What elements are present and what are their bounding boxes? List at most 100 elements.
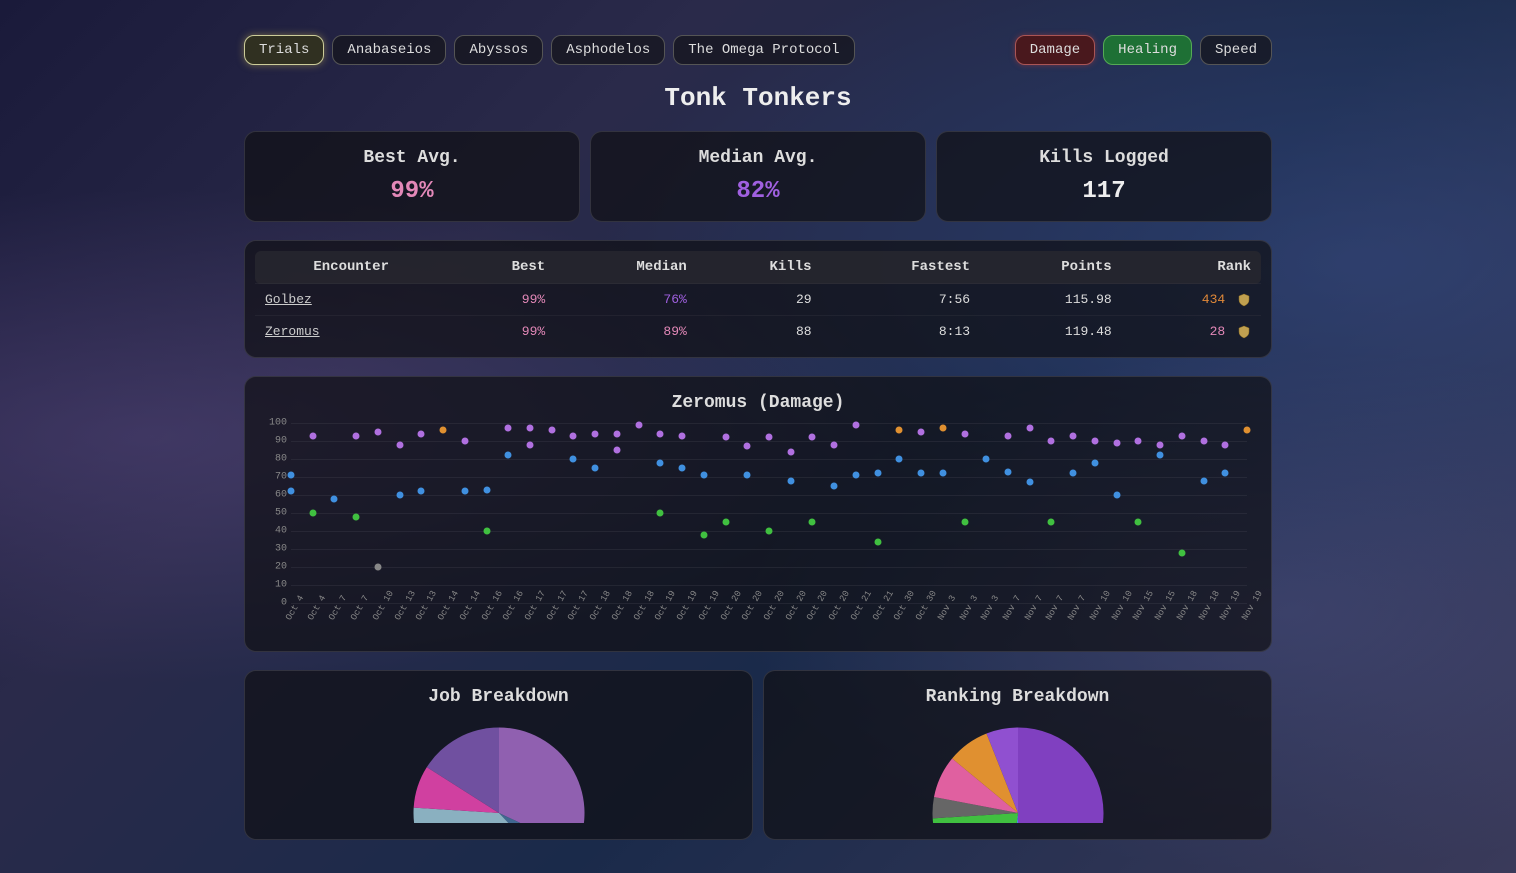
scatter-point[interactable] bbox=[592, 465, 599, 472]
scatter-point[interactable] bbox=[1026, 479, 1033, 486]
scatter-point[interactable] bbox=[1091, 459, 1098, 466]
scatter-point[interactable] bbox=[483, 528, 490, 535]
encounter-name-link[interactable]: Zeromus bbox=[265, 324, 320, 339]
scatter-point[interactable] bbox=[396, 441, 403, 448]
scatter-point[interactable] bbox=[787, 477, 794, 484]
scatter-point[interactable] bbox=[766, 434, 773, 441]
scatter-point[interactable] bbox=[1091, 438, 1098, 445]
scatter-point[interactable] bbox=[613, 447, 620, 454]
scatter-point[interactable] bbox=[288, 472, 295, 479]
metric-tab-speed[interactable]: Speed bbox=[1200, 35, 1272, 65]
scatter-point[interactable] bbox=[744, 472, 751, 479]
scatter-point[interactable] bbox=[1135, 438, 1142, 445]
scatter-point[interactable] bbox=[657, 510, 664, 517]
scatter-point[interactable] bbox=[809, 434, 816, 441]
scatter-point[interactable] bbox=[1200, 438, 1207, 445]
scatter-chart[interactable]: 0102030405060708090100 Oct 4Oct 4Oct 7Oc… bbox=[261, 423, 1255, 643]
scatter-point[interactable] bbox=[961, 430, 968, 437]
scatter-point[interactable] bbox=[1244, 427, 1251, 434]
scatter-point[interactable] bbox=[374, 429, 381, 436]
scatter-point[interactable] bbox=[809, 519, 816, 526]
scatter-point[interactable] bbox=[1157, 452, 1164, 459]
scatter-point[interactable] bbox=[939, 425, 946, 432]
scatter-point[interactable] bbox=[896, 427, 903, 434]
scatter-point[interactable] bbox=[1113, 492, 1120, 499]
scatter-point[interactable] bbox=[505, 425, 512, 432]
scatter-point[interactable] bbox=[874, 470, 881, 477]
pie-slice[interactable] bbox=[1018, 728, 1104, 824]
nav-tab-the-omega-protocol[interactable]: The Omega Protocol bbox=[673, 35, 854, 65]
scatter-point[interactable] bbox=[440, 427, 447, 434]
scatter-point[interactable] bbox=[1070, 470, 1077, 477]
metric-tab-healing[interactable]: Healing bbox=[1103, 35, 1192, 65]
scatter-point[interactable] bbox=[418, 430, 425, 437]
scatter-point[interactable] bbox=[918, 470, 925, 477]
pie-slice[interactable] bbox=[499, 728, 585, 824]
scatter-point[interactable] bbox=[570, 432, 577, 439]
scatter-point[interactable] bbox=[635, 421, 642, 428]
scatter-point[interactable] bbox=[679, 465, 686, 472]
scatter-point[interactable] bbox=[527, 441, 534, 448]
scatter-point[interactable] bbox=[1135, 519, 1142, 526]
scatter-point[interactable] bbox=[1178, 549, 1185, 556]
scatter-point[interactable] bbox=[374, 564, 381, 571]
scatter-point[interactable] bbox=[939, 470, 946, 477]
scatter-point[interactable] bbox=[353, 432, 360, 439]
scatter-point[interactable] bbox=[1222, 470, 1229, 477]
scatter-point[interactable] bbox=[1048, 519, 1055, 526]
scatter-point[interactable] bbox=[700, 472, 707, 479]
scatter-point[interactable] bbox=[766, 528, 773, 535]
scatter-point[interactable] bbox=[1026, 425, 1033, 432]
scatter-point[interactable] bbox=[1048, 438, 1055, 445]
metric-tab-damage[interactable]: Damage bbox=[1015, 35, 1095, 65]
nav-tab-anabaseios[interactable]: Anabaseios bbox=[332, 35, 446, 65]
scatter-point[interactable] bbox=[461, 488, 468, 495]
scatter-point[interactable] bbox=[548, 427, 555, 434]
scatter-point[interactable] bbox=[331, 495, 338, 502]
scatter-point[interactable] bbox=[1113, 439, 1120, 446]
scatter-point[interactable] bbox=[613, 430, 620, 437]
scatter-point[interactable] bbox=[1005, 468, 1012, 475]
scatter-point[interactable] bbox=[831, 441, 838, 448]
scatter-point[interactable] bbox=[570, 456, 577, 463]
scatter-point[interactable] bbox=[527, 425, 534, 432]
scatter-point[interactable] bbox=[722, 519, 729, 526]
scatter-point[interactable] bbox=[852, 472, 859, 479]
scatter-point[interactable] bbox=[787, 448, 794, 455]
scatter-point[interactable] bbox=[505, 452, 512, 459]
scatter-point[interactable] bbox=[852, 421, 859, 428]
scatter-point[interactable] bbox=[483, 486, 490, 493]
scatter-point[interactable] bbox=[744, 443, 751, 450]
scatter-point[interactable] bbox=[309, 510, 316, 517]
nav-tab-asphodelos[interactable]: Asphodelos bbox=[551, 35, 665, 65]
scatter-point[interactable] bbox=[592, 430, 599, 437]
ranking-pie-chart[interactable] bbox=[928, 723, 1108, 823]
scatter-point[interactable] bbox=[1070, 432, 1077, 439]
scatter-point[interactable] bbox=[918, 429, 925, 436]
scatter-point[interactable] bbox=[288, 488, 295, 495]
scatter-point[interactable] bbox=[874, 538, 881, 545]
job-pie-chart[interactable] bbox=[409, 723, 589, 823]
scatter-point[interactable] bbox=[309, 432, 316, 439]
scatter-point[interactable] bbox=[353, 513, 360, 520]
scatter-point[interactable] bbox=[831, 483, 838, 490]
scatter-point[interactable] bbox=[983, 456, 990, 463]
scatter-point[interactable] bbox=[396, 492, 403, 499]
scatter-point[interactable] bbox=[1178, 432, 1185, 439]
scatter-point[interactable] bbox=[1200, 477, 1207, 484]
scatter-point[interactable] bbox=[722, 434, 729, 441]
scatter-point[interactable] bbox=[1005, 432, 1012, 439]
scatter-point[interactable] bbox=[1157, 441, 1164, 448]
nav-tab-trials[interactable]: Trials bbox=[244, 35, 324, 65]
scatter-point[interactable] bbox=[461, 438, 468, 445]
encounter-name-link[interactable]: Golbez bbox=[265, 292, 312, 307]
nav-tab-abyssos[interactable]: Abyssos bbox=[454, 35, 543, 65]
scatter-point[interactable] bbox=[418, 488, 425, 495]
scatter-point[interactable] bbox=[679, 432, 686, 439]
scatter-point[interactable] bbox=[657, 430, 664, 437]
scatter-point[interactable] bbox=[700, 531, 707, 538]
scatter-point[interactable] bbox=[896, 456, 903, 463]
scatter-point[interactable] bbox=[1222, 441, 1229, 448]
scatter-point[interactable] bbox=[657, 459, 664, 466]
scatter-point[interactable] bbox=[961, 519, 968, 526]
